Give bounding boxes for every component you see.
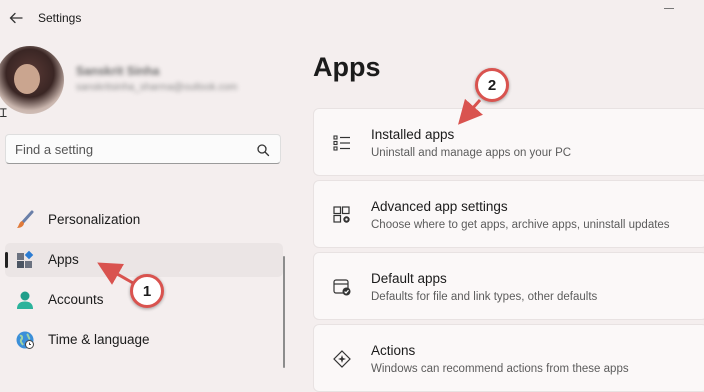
app-settings-icon xyxy=(333,206,350,223)
card-description: Uninstall and manage apps on your PC xyxy=(371,147,572,159)
globe-icon xyxy=(16,331,34,349)
title-bar: Settings xyxy=(0,0,704,36)
text-cursor-icon: Ɪ xyxy=(0,106,7,120)
sidebar-scrollbar[interactable] xyxy=(283,256,285,368)
avatar[interactable] xyxy=(0,46,64,114)
card-description: Defaults for file and link types, other … xyxy=(371,291,598,303)
back-button[interactable] xyxy=(4,6,28,30)
sidebar-item-label: Personalization xyxy=(48,212,141,227)
card-title: Default apps xyxy=(371,271,447,286)
actions-icon xyxy=(333,350,351,368)
list-icon xyxy=(333,135,350,151)
sidebar-item-label: Apps xyxy=(48,252,79,267)
card-description: Windows can recommend actions from these… xyxy=(371,363,629,375)
card-installed-apps[interactable]: Installed apps Uninstall and manage apps… xyxy=(313,108,704,176)
default-apps-icon xyxy=(333,279,351,296)
user-email: sanskritsinha_sharma@outlook.com xyxy=(76,82,238,93)
sidebar-item-apps[interactable]: Apps xyxy=(5,243,283,277)
person-icon xyxy=(17,291,33,309)
card-default-apps[interactable]: Default apps Defaults for file and link … xyxy=(313,252,704,320)
card-description: Choose where to get apps, archive apps, … xyxy=(371,219,670,231)
back-arrow-icon xyxy=(9,12,23,24)
brush-icon xyxy=(17,210,34,228)
search-icon[interactable] xyxy=(256,143,270,157)
card-title: Installed apps xyxy=(371,127,455,142)
card-title: Actions xyxy=(371,343,416,358)
sidebar-item-personalization[interactable]: Personalization xyxy=(5,203,283,237)
sidebar-item-label: Accounts xyxy=(48,292,104,307)
sidebar-item-time-language[interactable]: Time & language xyxy=(5,323,283,357)
selection-indicator xyxy=(5,252,8,268)
card-actions[interactable]: Actions Windows can recommend actions fr… xyxy=(313,324,704,392)
sidebar-item-label: Time & language xyxy=(48,332,150,347)
page-title: Apps xyxy=(313,52,381,82)
window-title: Settings xyxy=(38,11,82,25)
callout-step-1: 1 xyxy=(130,274,164,308)
search-box[interactable] xyxy=(5,134,281,164)
search-input[interactable] xyxy=(15,140,245,158)
apps-icon xyxy=(17,250,34,268)
card-title: Advanced app settings xyxy=(371,199,508,214)
card-advanced-app-settings[interactable]: Advanced app settings Choose where to ge… xyxy=(313,180,704,248)
user-name: Sanskrit Sinha xyxy=(76,64,160,78)
callout-step-2: 2 xyxy=(475,68,509,102)
minimize-button[interactable] xyxy=(664,8,674,9)
